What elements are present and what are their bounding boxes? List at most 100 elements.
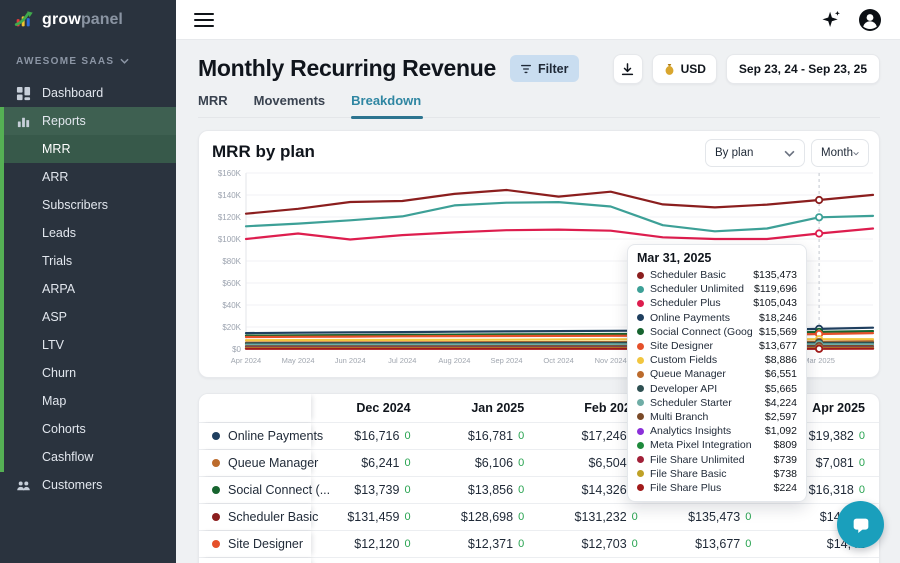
series-value: $1,092 bbox=[765, 425, 797, 437]
series-name: Social Connect (Google) bbox=[650, 326, 753, 338]
value-cell: $128,6980 bbox=[425, 504, 539, 530]
sidebar-item-asp[interactable]: ASP bbox=[0, 303, 176, 331]
series-value: $809 bbox=[774, 439, 797, 451]
tooltip-series-row: File Share Basic$738 bbox=[637, 467, 797, 481]
chat-launcher-button[interactable] bbox=[837, 501, 884, 548]
series-color-dot bbox=[637, 456, 644, 463]
sidebar-item-churn[interactable]: Churn bbox=[0, 359, 176, 387]
chart-title: MRR by plan bbox=[212, 142, 315, 162]
tooltip-series-row: Meta Pixel Integration$809 bbox=[637, 438, 797, 452]
sidebar-item-dashboard[interactable]: Dashboard bbox=[0, 79, 176, 107]
plan-name: Site Designer bbox=[228, 537, 303, 551]
sidebar-item-leads[interactable]: Leads bbox=[0, 219, 176, 247]
filter-label: Filter bbox=[538, 62, 569, 76]
series-value: $18,246 bbox=[759, 312, 797, 324]
sidebar-item-ltv[interactable]: LTV bbox=[0, 331, 176, 359]
people-icon bbox=[16, 477, 32, 493]
reports-submenu: MRRARRSubscribersLeadsTrialsARPAASPLTVCh… bbox=[0, 135, 176, 471]
series-name: Queue Manager bbox=[650, 368, 759, 380]
series-value: $739 bbox=[774, 454, 797, 466]
tooltip-date: Mar 31, 2025 bbox=[637, 251, 797, 268]
value-cell: $6,2410 bbox=[311, 450, 425, 476]
series-color-dot bbox=[637, 272, 644, 279]
plan-name: Online Payments bbox=[228, 429, 323, 443]
tab-movements[interactable]: Movements bbox=[254, 90, 326, 117]
workspace-selector[interactable]: AWESOME SAAS bbox=[0, 49, 176, 73]
tooltip-series-row: Scheduler Plus$105,043 bbox=[637, 296, 797, 310]
series-value: $135,473 bbox=[753, 269, 797, 281]
plan-name: Social Connect (... bbox=[228, 483, 330, 497]
column-header-dec-2024: Dec 2024 bbox=[311, 394, 425, 422]
series-color-dot bbox=[212, 459, 220, 467]
series-name: Site Designer bbox=[650, 340, 753, 352]
svg-text:$60K: $60K bbox=[222, 279, 241, 288]
series-color-dot bbox=[637, 343, 644, 350]
series-name: Online Payments bbox=[650, 312, 753, 324]
value-cell: $12,1200 bbox=[311, 531, 425, 557]
svg-text:May 2024: May 2024 bbox=[282, 356, 315, 365]
value-cell: $16,7810 bbox=[425, 423, 539, 449]
table-row: Scheduler Basic$131,4590$128,6980$131,23… bbox=[199, 503, 879, 530]
series-value: $4,224 bbox=[765, 397, 797, 409]
chart-tooltip: Mar 31, 2025 Scheduler Basic$135,473Sche… bbox=[627, 244, 807, 502]
sidebar-item-cohorts[interactable]: Cohorts bbox=[0, 415, 176, 443]
filter-button[interactable]: Filter bbox=[510, 55, 579, 82]
chat-bubble-icon bbox=[850, 514, 872, 536]
row-label: Site Designer bbox=[199, 531, 311, 557]
tooltip-series-row: Developer API$5,665 bbox=[637, 382, 797, 396]
value-cell: $131,4590 bbox=[311, 504, 425, 530]
svg-text:$120K: $120K bbox=[218, 213, 242, 222]
series-color-dot bbox=[212, 486, 220, 494]
download-button[interactable] bbox=[613, 54, 643, 84]
svg-text:Jul 2024: Jul 2024 bbox=[388, 356, 416, 365]
logo[interactable]: growpanel bbox=[0, 0, 176, 40]
svg-text:Apr 2024: Apr 2024 bbox=[231, 356, 261, 365]
sidebar-item-arpa[interactable]: ARPA bbox=[0, 275, 176, 303]
value-cell: $6,1060 bbox=[425, 450, 539, 476]
sidebar-item-label: Dashboard bbox=[42, 86, 103, 100]
tooltip-series-row: Scheduler Starter $4,224 bbox=[637, 396, 797, 410]
value-cell: $16,7160 bbox=[311, 423, 425, 449]
series-name: File Share Plus bbox=[650, 482, 768, 494]
group-by-select[interactable]: By plan bbox=[705, 139, 805, 167]
svg-text:$160K: $160K bbox=[218, 169, 242, 178]
sidebar-item-customers[interactable]: Customers bbox=[0, 471, 176, 499]
tooltip-series-row: Analytics Insights$1,092 bbox=[637, 424, 797, 438]
main-content: Monthly Recurring Revenue Filter USD Sep… bbox=[176, 40, 900, 563]
series-color-dot bbox=[637, 328, 644, 335]
currency-button[interactable]: USD bbox=[652, 54, 717, 84]
value-cell: $12,3710 bbox=[425, 531, 539, 557]
sidebar-item-cashflow[interactable]: Cashflow bbox=[0, 443, 176, 471]
tooltip-series-row: File Share Unlimited$739 bbox=[637, 452, 797, 466]
sidebar-item-subscribers[interactable]: Subscribers bbox=[0, 191, 176, 219]
series-name: Scheduler Starter bbox=[650, 397, 759, 409]
sidebar-item-reports[interactable]: Reports bbox=[0, 107, 176, 135]
sidebar-item-arr[interactable]: ARR bbox=[0, 163, 176, 191]
series-value: $13,677 bbox=[759, 340, 797, 352]
sidebar-item-map[interactable]: Map bbox=[0, 387, 176, 415]
series-color-dot bbox=[637, 286, 644, 293]
series-value: $2,597 bbox=[765, 411, 797, 423]
tooltip-series-row: Site Designer $13,677 bbox=[637, 339, 797, 353]
series-color-dot bbox=[212, 540, 220, 548]
series-value: $8,886 bbox=[765, 354, 797, 366]
svg-text:Jun 2024: Jun 2024 bbox=[335, 356, 366, 365]
sidebar-item-mrr[interactable]: MRR bbox=[0, 135, 176, 163]
sparkle-ai-icon[interactable] bbox=[820, 9, 842, 31]
topbar bbox=[176, 0, 900, 40]
svg-text:Nov 2024: Nov 2024 bbox=[595, 356, 627, 365]
workspace-name: AWESOME SAAS bbox=[16, 56, 114, 67]
tab-breakdown[interactable]: Breakdown bbox=[351, 90, 421, 117]
interval-select[interactable]: Month bbox=[811, 139, 869, 167]
sidebar-item-trials[interactable]: Trials bbox=[0, 247, 176, 275]
date-range-button[interactable]: Sep 23, 24 - Sep 23, 25 bbox=[726, 54, 880, 84]
series-value: $119,696 bbox=[754, 283, 797, 295]
table-row-partial bbox=[199, 557, 879, 563]
menu-toggle-icon[interactable] bbox=[194, 13, 214, 27]
avatar[interactable] bbox=[858, 8, 882, 32]
download-icon bbox=[620, 62, 635, 77]
tab-mrr[interactable]: MRR bbox=[198, 90, 228, 117]
svg-text:$0: $0 bbox=[232, 345, 241, 354]
chevron-down-icon bbox=[784, 150, 795, 157]
svg-text:$140K: $140K bbox=[218, 191, 242, 200]
